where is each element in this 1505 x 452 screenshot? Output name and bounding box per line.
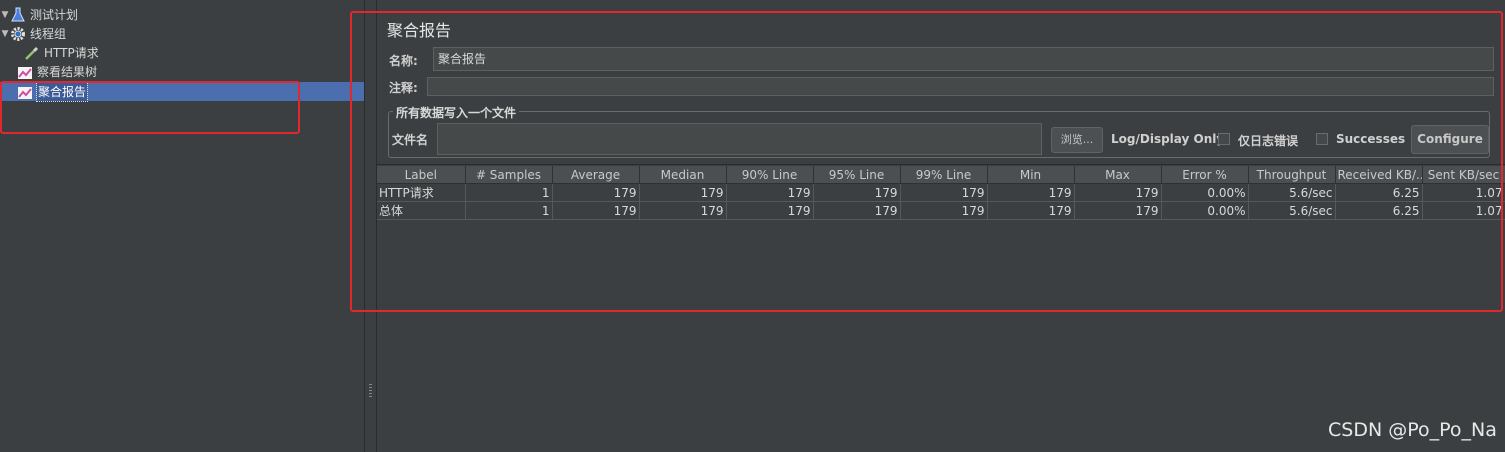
gear-icon	[10, 26, 26, 42]
splitter-grip-icon[interactable]	[369, 384, 372, 398]
tree-node-http-request[interactable]: HTTP请求	[24, 44, 99, 62]
flask-icon	[10, 7, 26, 23]
expand-arrow-icon[interactable]: ▼	[0, 6, 10, 24]
tree-node-label: 测试计划	[30, 8, 79, 22]
highlight-box-tree	[0, 81, 300, 134]
pipette-icon	[24, 45, 40, 61]
tree-node-label: 线程组	[30, 27, 67, 41]
tree-node-view-results-tree[interactable]: 察看结果树	[17, 63, 97, 81]
tree-node-label: 察看结果树	[37, 65, 98, 79]
tree-node-thread-group[interactable]: ▼ 线程组	[0, 25, 66, 43]
highlight-box-report	[350, 11, 1503, 312]
chart-icon	[17, 64, 33, 80]
expand-arrow-icon[interactable]: ▼	[0, 25, 10, 43]
tree-node-test-plan[interactable]: ▼ 测试计划	[0, 6, 78, 24]
watermark: CSDN @Po_Po_Na	[1328, 419, 1497, 441]
tree-node-label: HTTP请求	[44, 46, 99, 60]
test-plan-tree: ▼ 测试计划 ▼ 线程组 HTTP请求 察看结果树 聚合报告	[0, 0, 364, 452]
